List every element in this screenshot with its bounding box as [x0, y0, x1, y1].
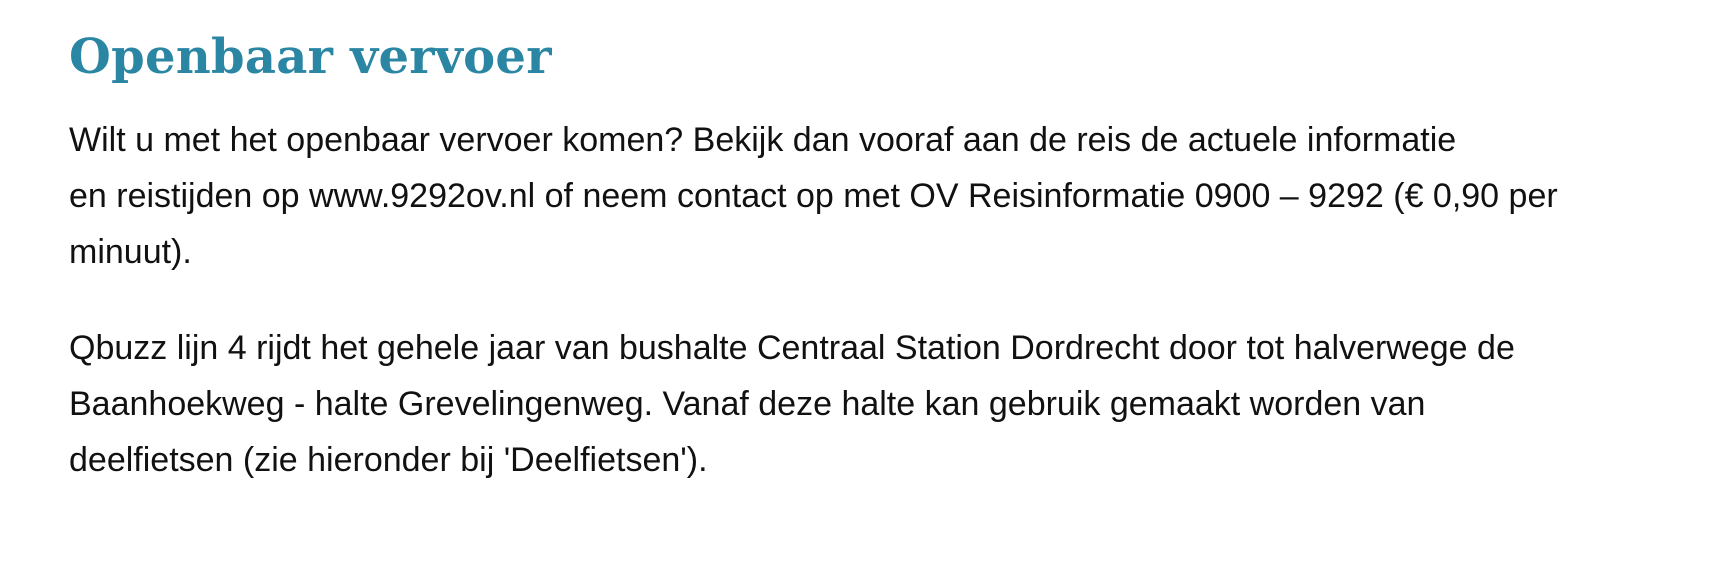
paragraph-line: minuut).: [69, 233, 192, 271]
paragraph-line: Baanhoekweg - halte Grevelingenweg. Vana…: [69, 385, 1426, 423]
section-heading: Openbaar vervoer: [69, 29, 552, 85]
paragraph-line: en reistijden op www.9292ov.nl of neem c…: [69, 177, 1558, 215]
paragraph-bus-line: Qbuzz lijn 4 rijdt het gehele jaar van b…: [69, 320, 1709, 488]
paragraph-line: Wilt u met het openbaar vervoer komen? B…: [69, 121, 1457, 159]
paragraph-travel-info: Wilt u met het openbaar vervoer komen? B…: [69, 112, 1709, 280]
public-transport-section: Openbaar vervoer Wilt u met het openbaar…: [69, 24, 1709, 488]
paragraph-line: deelfietsen (zie hieronder bij 'Deelfiet…: [69, 441, 708, 479]
paragraph-line: Qbuzz lijn 4 rijdt het gehele jaar van b…: [69, 329, 1515, 367]
